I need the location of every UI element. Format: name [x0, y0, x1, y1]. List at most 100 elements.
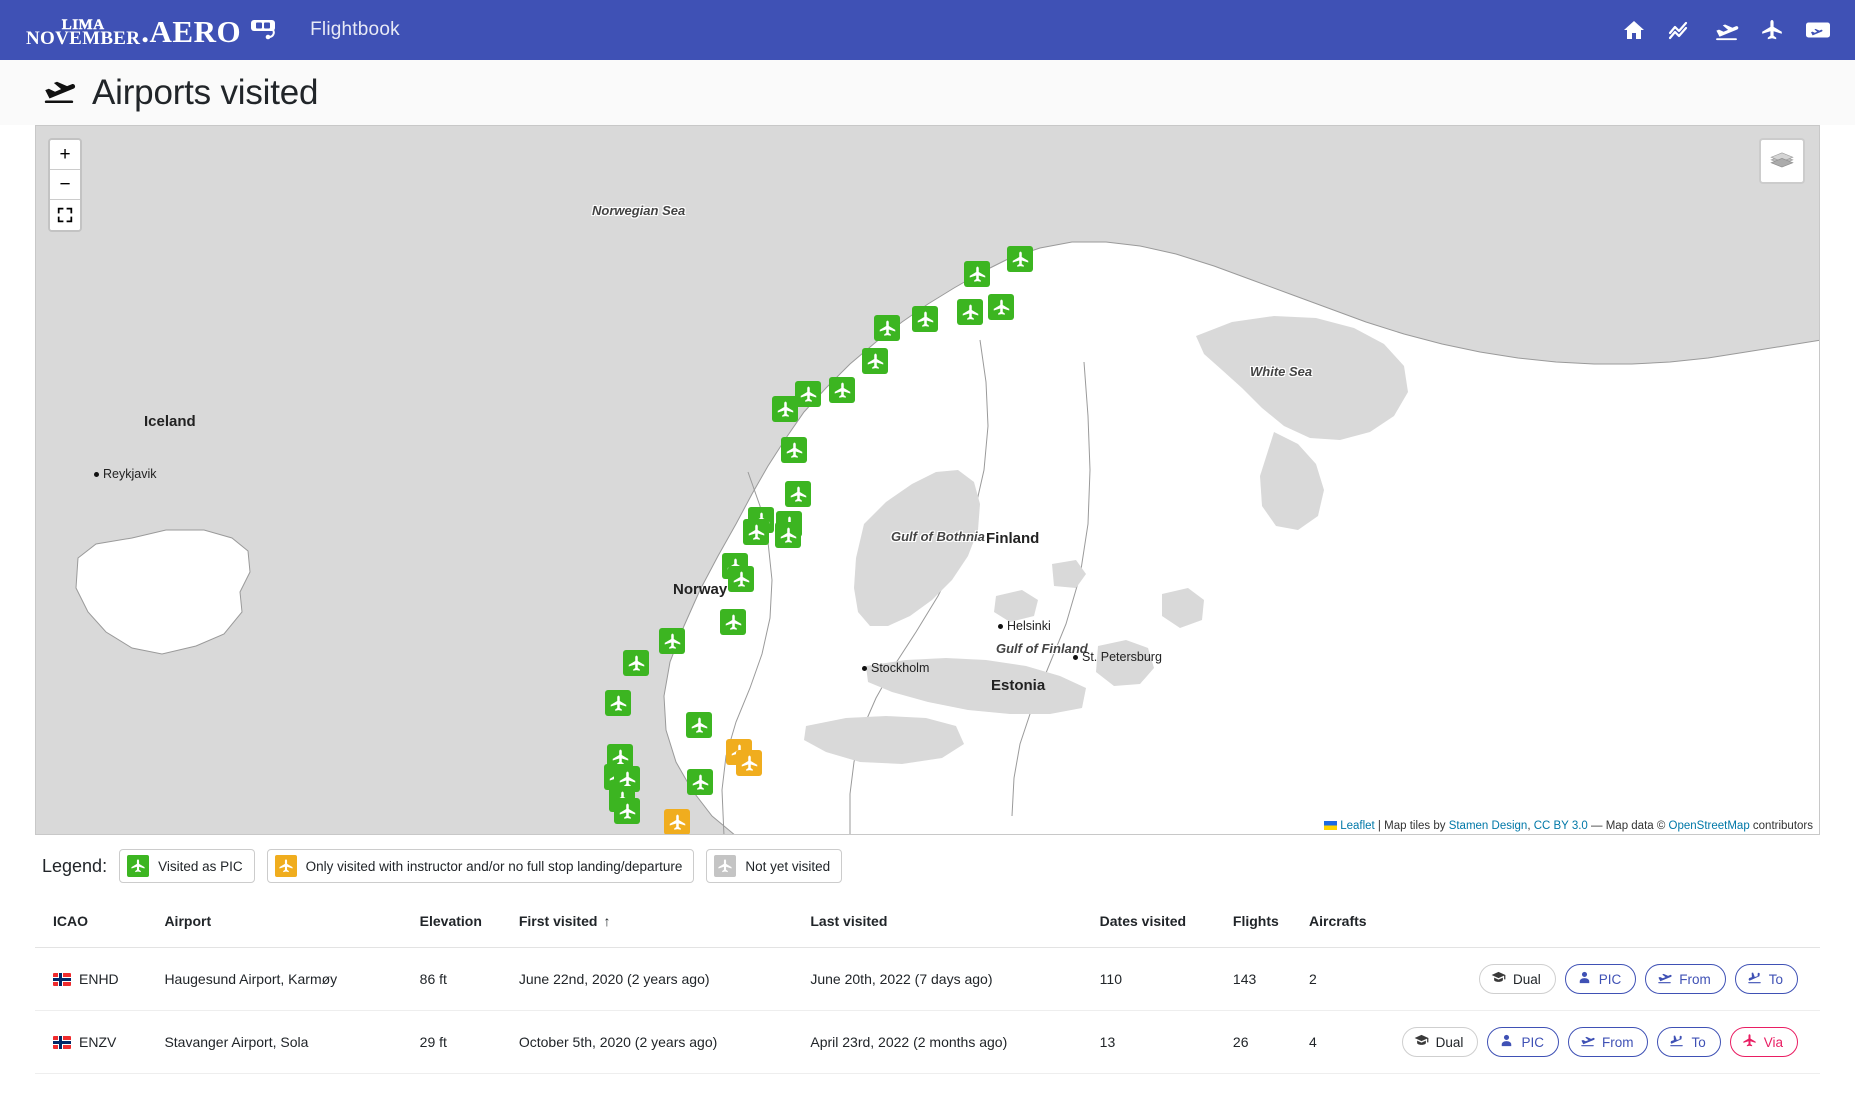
zoom-out-button[interactable]: −	[50, 170, 80, 200]
airport-marker-pic[interactable]	[781, 437, 807, 463]
plane-ticket-icon[interactable]	[1805, 17, 1831, 43]
osm-link[interactable]: OpenStreetMap	[1669, 820, 1750, 832]
airport-marker-pic[interactable]	[957, 299, 983, 325]
legend-item-none: Not yet visited	[706, 849, 843, 883]
table-row[interactable]: ENHD Haugesund Airport, Karmøy 86 ft June 2…	[35, 947, 1820, 1011]
airport-marker-pic[interactable]	[605, 690, 631, 716]
legend-item-inst: Only visited with instructor and/or no f…	[266, 849, 695, 883]
legend-item-label: Not yet visited	[745, 858, 831, 874]
airport-marker-pic[interactable]	[720, 609, 746, 635]
airport-marker-pic[interactable]	[686, 712, 712, 738]
column-header-first-visited[interactable]: First visited ↑	[518, 895, 811, 948]
cell-first-visited: October 5th, 2020 (2 years ago)	[518, 1010, 811, 1074]
badge-group: Dual PIC From To Via	[1401, 1027, 1812, 1057]
cell-flights: 143	[1232, 947, 1309, 1011]
airport-marker-pic[interactable]	[775, 522, 801, 548]
airport-marker-pic[interactable]	[862, 348, 888, 374]
table-row[interactable]: ENZV Stavanger Airport, Sola 29 ft October …	[35, 1010, 1820, 1074]
badge-label: PIC	[1521, 1034, 1544, 1050]
plane-arrival-icon	[1669, 1033, 1684, 1051]
column-header-label: Dates visited	[1099, 913, 1187, 929]
badge-pic[interactable]: PIC	[1564, 964, 1637, 994]
badge-dual[interactable]: Dual	[1401, 1027, 1479, 1057]
legend-item-label: Only visited with instructor and/or no f…	[305, 858, 683, 874]
zoom-in-button[interactable]: +	[50, 140, 80, 170]
norway-flag-icon	[53, 973, 71, 986]
airport-marker-pic[interactable]	[795, 381, 821, 407]
layers-icon[interactable]	[1759, 138, 1805, 184]
badge-label: From	[1679, 971, 1711, 987]
fullscreen-icon[interactable]	[50, 200, 80, 230]
leaflet-link[interactable]: Leaflet	[1340, 820, 1375, 832]
airport-marker-pic[interactable]	[988, 294, 1014, 320]
badge-dual[interactable]: Dual	[1478, 964, 1556, 994]
license-link[interactable]: CC BY 3.0	[1534, 820, 1588, 832]
stamen-link[interactable]: Stamen Design	[1449, 820, 1528, 832]
airport-marker-pic[interactable]	[785, 481, 811, 507]
airport-marker-pic[interactable]	[912, 306, 938, 332]
airport-marker-pic[interactable]	[728, 566, 754, 592]
navbar-title: Flightbook	[310, 19, 400, 40]
airport-marker-inst[interactable]	[736, 750, 762, 776]
badge-pic[interactable]: PIC	[1487, 1027, 1559, 1057]
column-header-aircrafts[interactable]: Aircrafts	[1309, 895, 1402, 948]
badge-to[interactable]: To	[1657, 1027, 1721, 1057]
norway-flag-icon	[53, 1036, 71, 1049]
attr-tiles-by: Map tiles by	[1384, 820, 1449, 832]
legend-item-label: Visited as PIC	[158, 858, 243, 874]
cell-dates-visited: 110	[1099, 947, 1233, 1011]
airport-marker-pic[interactable]	[614, 798, 640, 824]
column-header-airport[interactable]: Airport	[164, 895, 420, 948]
logo-aero-text: .AERO	[141, 14, 242, 50]
cell-role-badges: Dual PIC From To	[1401, 947, 1820, 1011]
airport-marker-pic[interactable]	[687, 769, 713, 795]
sort-ascending-icon: ↑	[603, 913, 611, 929]
headset-icon	[248, 14, 278, 45]
badge-from[interactable]: From	[1645, 964, 1726, 994]
attr-sep: |	[1374, 820, 1385, 832]
cell-first-visited: June 22nd, 2020 (2 years ago)	[518, 947, 811, 1011]
column-header-elevation[interactable]: Elevation	[419, 895, 519, 948]
plane-departure-icon	[1580, 1033, 1595, 1051]
user-icon	[1499, 1033, 1514, 1051]
column-header-dates-visited[interactable]: Dates visited	[1099, 895, 1233, 948]
badge-via[interactable]: Via	[1729, 1027, 1798, 1057]
badge-from[interactable]: From	[1567, 1027, 1649, 1057]
airport-marker-pic[interactable]	[874, 315, 900, 341]
brand-logo[interactable]: LIMA NOVEMBER .AERO Flightbook	[26, 14, 400, 50]
navbar-icon-group	[1621, 0, 1831, 60]
plane-departure-icon[interactable]	[1713, 17, 1739, 43]
column-header-icao[interactable]: ICAO	[35, 895, 165, 948]
plane-arrival-icon	[1747, 970, 1762, 988]
plane-icon[interactable]	[1759, 17, 1785, 43]
graduation-cap-icon	[1414, 1033, 1429, 1051]
airport-marker-inst[interactable]	[664, 809, 690, 834]
graduation-cap-icon	[1491, 970, 1506, 988]
chart-line-icon[interactable]	[1667, 17, 1693, 43]
airports-map[interactable]: Norwegian Sea White Sea Gulf of Bothnia Gul…	[35, 125, 1820, 835]
cell-flights: 26	[1232, 1010, 1309, 1074]
user-icon	[1577, 970, 1592, 988]
airport-marker-pic[interactable]	[829, 377, 855, 403]
map-basemap	[75, 241, 1819, 834]
map-attribution: Leaflet | Map tiles by Stamen Design, CC…	[1319, 819, 1819, 834]
column-header-label: Last visited	[810, 913, 888, 929]
plane-icon	[274, 855, 297, 877]
badge-label: To	[1691, 1034, 1706, 1050]
plane-departure-icon	[1657, 970, 1672, 988]
home-icon[interactable]	[1621, 17, 1647, 43]
icao-code: ENHD	[79, 971, 119, 987]
column-header-label: Elevation	[419, 913, 482, 929]
column-header-last-visited[interactable]: Last visited	[810, 895, 1100, 948]
airport-marker-pic[interactable]	[964, 261, 990, 287]
airport-marker-pic[interactable]	[772, 396, 798, 422]
cell-last-visited: April 23rd, 2022 (2 months ago)	[810, 1010, 1100, 1074]
airport-marker-pic[interactable]	[1007, 246, 1033, 272]
badge-to[interactable]: To	[1734, 964, 1798, 994]
column-header-label: ICAO	[53, 913, 88, 929]
top-navbar: LIMA NOVEMBER .AERO Flightbook	[0, 0, 1855, 60]
airport-marker-pic[interactable]	[743, 519, 769, 545]
airport-marker-pic[interactable]	[623, 650, 649, 676]
airport-marker-pic[interactable]	[659, 628, 685, 654]
column-header-flights[interactable]: Flights	[1232, 895, 1309, 948]
